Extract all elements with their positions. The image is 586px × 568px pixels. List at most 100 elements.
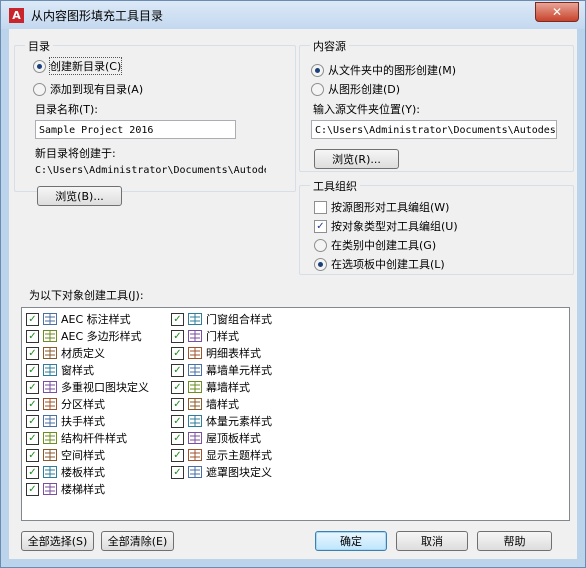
title-bar[interactable]: A 从内容图形填充工具目录 ✕: [1, 1, 585, 29]
objects-checklist[interactable]: ✓ AEC 标注样式 ✓ AEC 多边形样式 ✓ 材质定义 ✓ 窗样式 ✓ 多重视口图块定义 ✓ 分区…: [21, 307, 570, 521]
radio-indicator[interactable]: [311, 63, 324, 77]
object-type-checkbox[interactable]: ✓: [171, 448, 184, 462]
source-folder-label: 输入源文件夹位置(Y):: [313, 103, 421, 116]
browse-catalog-button[interactable]: 浏览(B)...: [37, 186, 122, 206]
group-by-object-type-label: 按对象类型对工具编组(U): [331, 220, 458, 233]
polygon-style-icon: [42, 329, 58, 343]
dialog-window: A 从内容图形填充工具目录 ✕ 目录 创建新目录(C) 添加到现有目录(A) 目…: [0, 0, 586, 568]
object-type-item[interactable]: ✓ 门样式: [171, 328, 239, 344]
object-type-label: 明细表样式: [206, 347, 261, 360]
object-type-checkbox[interactable]: ✓: [171, 346, 184, 360]
object-type-item[interactable]: ✓ 窗样式: [26, 362, 94, 378]
radio-indicator[interactable]: [33, 59, 46, 73]
object-type-label: 扶手样式: [61, 415, 105, 428]
object-type-item[interactable]: ✓ 结构杆件样式: [26, 430, 127, 446]
object-type-checkbox[interactable]: ✓: [171, 312, 184, 326]
object-type-checkbox[interactable]: ✓: [171, 329, 184, 343]
ok-button[interactable]: 确定: [315, 531, 387, 551]
object-type-item[interactable]: ✓ 多重视口图块定义: [26, 379, 149, 395]
select-all-button[interactable]: 全部选择(S): [21, 531, 94, 551]
create-in-category-radio[interactable]: 在类别中创建工具(G): [314, 237, 436, 253]
object-type-item[interactable]: ✓ 遮罩图块定义: [171, 464, 272, 480]
object-type-label: 墙样式: [206, 398, 239, 411]
material-icon: [42, 346, 58, 360]
object-type-label: 体量元素样式: [206, 415, 272, 428]
object-type-checkbox[interactable]: ✓: [171, 431, 184, 445]
object-type-checkbox[interactable]: ✓: [171, 380, 184, 394]
help-button[interactable]: 帮助: [477, 531, 552, 551]
space-style-icon: [42, 448, 58, 462]
structural-member-icon: [42, 431, 58, 445]
object-type-item[interactable]: ✓ 楼梯样式: [26, 481, 105, 497]
autocad-app-icon: A: [9, 8, 24, 23]
railing-style-icon: [42, 414, 58, 428]
clear-all-button[interactable]: 全部清除(E): [101, 531, 174, 551]
object-type-item[interactable]: ✓ 幕墙样式: [171, 379, 250, 395]
object-type-checkbox[interactable]: ✓: [26, 346, 39, 360]
close-button[interactable]: ✕: [535, 2, 579, 22]
object-type-item[interactable]: ✓ AEC 多边形样式: [26, 328, 142, 344]
group-by-drawing-checkbox[interactable]: 按源图形对工具编组(W): [314, 199, 449, 215]
object-type-item[interactable]: ✓ 墙样式: [171, 396, 239, 412]
source-folder-input[interactable]: C:\Users\Administrator\Documents\Autodes: [311, 120, 557, 139]
radio-indicator[interactable]: [314, 238, 327, 252]
radio-indicator[interactable]: [314, 257, 327, 271]
add-existing-catalog-radio[interactable]: 添加到现有目录(A): [33, 81, 143, 97]
zone-style-icon: [42, 397, 58, 411]
roof-slab-icon: [187, 431, 203, 445]
object-type-item[interactable]: ✓ 扶手样式: [26, 413, 105, 429]
group-by-object-type-checkbox[interactable]: ✓ 按对象类型对工具编组(U): [314, 218, 458, 234]
object-type-label: 楼梯样式: [61, 483, 105, 496]
checkbox-box[interactable]: ✓: [314, 219, 327, 233]
object-type-label: 屋顶板样式: [206, 432, 261, 445]
object-type-label: 多重视口图块定义: [61, 381, 149, 394]
display-theme-icon: [187, 448, 203, 462]
object-type-checkbox[interactable]: ✓: [26, 431, 39, 445]
object-type-checkbox[interactable]: ✓: [171, 414, 184, 428]
object-type-checkbox[interactable]: ✓: [26, 448, 39, 462]
cancel-button[interactable]: 取消: [396, 531, 468, 551]
object-type-checkbox[interactable]: ✓: [26, 363, 39, 377]
object-type-checkbox[interactable]: ✓: [26, 329, 39, 343]
radio-indicator[interactable]: [33, 82, 46, 96]
object-type-checkbox[interactable]: ✓: [26, 414, 39, 428]
object-type-checkbox[interactable]: ✓: [26, 465, 39, 479]
from-folder-radio[interactable]: 从文件夹中的图形创建(M): [311, 62, 456, 78]
object-type-item[interactable]: ✓ 幕墙单元样式: [171, 362, 272, 378]
object-type-item[interactable]: ✓ 显示主题样式: [171, 447, 272, 463]
object-type-checkbox[interactable]: ✓: [171, 363, 184, 377]
object-type-label: 门窗组合样式: [206, 313, 272, 326]
create-new-catalog-label: 创建新目录(C): [48, 57, 123, 75]
catalog-name-input[interactable]: Sample Project 2016: [35, 120, 236, 139]
mask-block-icon: [187, 465, 203, 479]
object-type-checkbox[interactable]: ✓: [26, 312, 39, 326]
object-type-item[interactable]: ✓ AEC 标注样式: [26, 311, 131, 327]
object-type-checkbox[interactable]: ✓: [171, 465, 184, 479]
object-type-item[interactable]: ✓ 空间样式: [26, 447, 105, 463]
object-type-label: 空间样式: [61, 449, 105, 462]
create-new-catalog-radio[interactable]: 创建新目录(C): [33, 57, 123, 75]
object-type-checkbox[interactable]: ✓: [171, 397, 184, 411]
object-type-item[interactable]: ✓ 材质定义: [26, 345, 105, 361]
tool-organization-group-title: 工具组织: [310, 178, 360, 194]
object-type-label: 显示主题样式: [206, 449, 272, 462]
object-type-item[interactable]: ✓ 门窗组合样式: [171, 311, 272, 327]
object-type-checkbox[interactable]: ✓: [26, 380, 39, 394]
object-type-item[interactable]: ✓ 体量元素样式: [171, 413, 272, 429]
object-type-checkbox[interactable]: ✓: [26, 397, 39, 411]
catalog-location-label: 新目录将创建于:: [35, 147, 116, 160]
object-type-label: 幕墙单元样式: [206, 364, 272, 377]
create-in-palette-radio[interactable]: 在选项板中创建工具(L): [314, 256, 445, 272]
radio-indicator[interactable]: [311, 82, 324, 96]
from-drawing-radio[interactable]: 从图形创建(D): [311, 81, 400, 97]
object-type-item[interactable]: ✓ 分区样式: [26, 396, 105, 412]
object-type-item[interactable]: ✓ 屋顶板样式: [171, 430, 261, 446]
from-drawing-label: 从图形创建(D): [328, 83, 401, 96]
object-type-item[interactable]: ✓ 明细表样式: [171, 345, 261, 361]
catalog-name-label: 目录名称(T):: [35, 103, 99, 116]
object-type-checkbox[interactable]: ✓: [26, 482, 39, 496]
object-type-item[interactable]: ✓ 楼板样式: [26, 464, 105, 480]
browse-source-button[interactable]: 浏览(R)...: [314, 149, 399, 169]
checkbox-box[interactable]: [314, 200, 327, 214]
window-title: 从内容图形填充工具目录: [31, 9, 164, 23]
